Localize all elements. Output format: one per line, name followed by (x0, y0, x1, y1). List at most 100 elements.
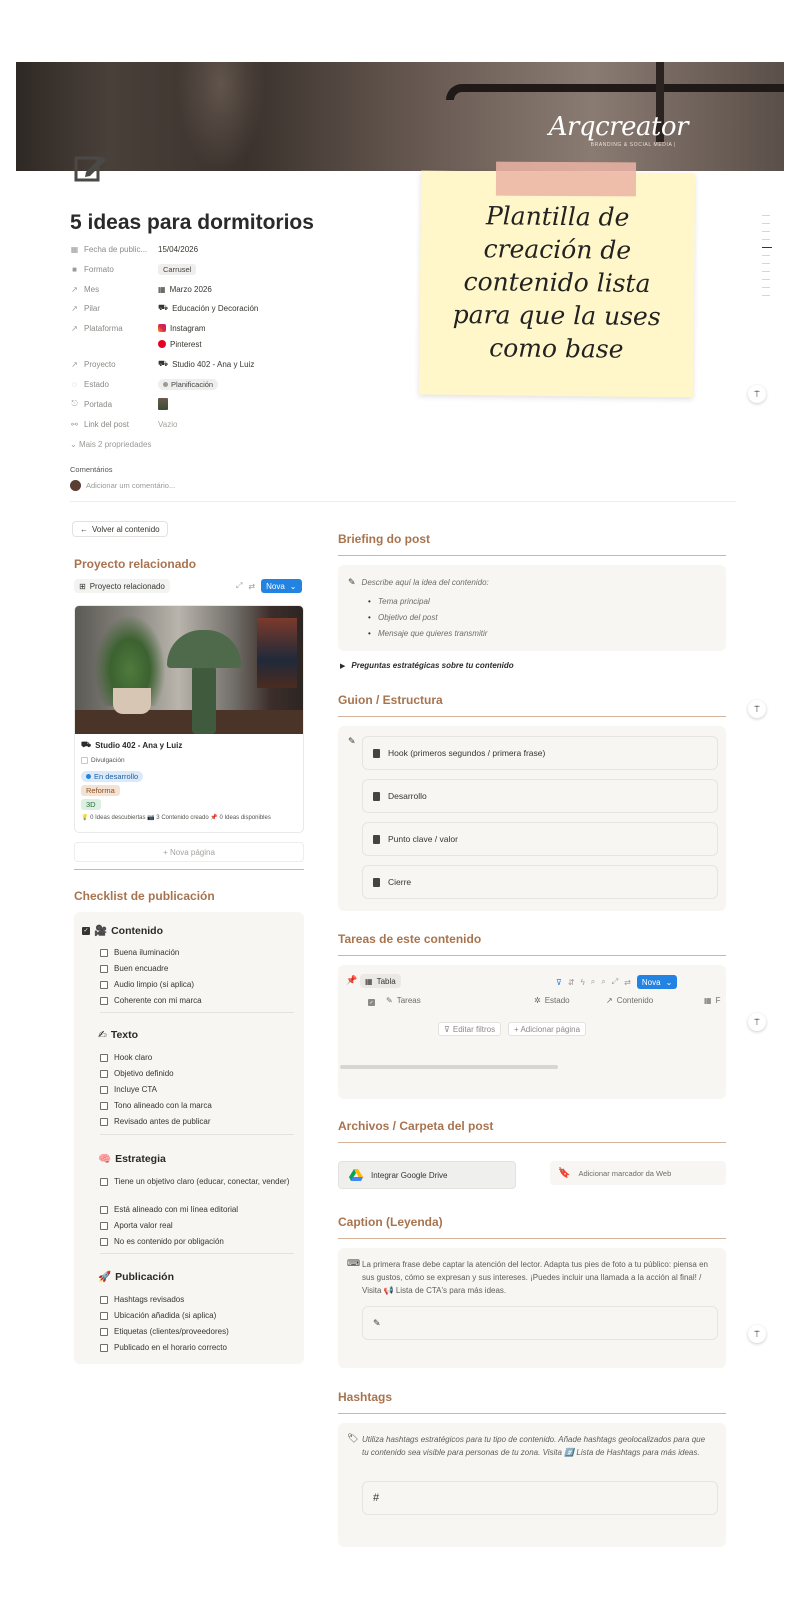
guion-item[interactable]: Punto clave / valor (362, 822, 718, 856)
checkbox[interactable] (100, 965, 108, 973)
view-tab-proyecto[interactable]: ⊞ Proyecto relacionado (74, 579, 170, 593)
relation-arrow-icon: ↗ (71, 359, 78, 369)
keyboard-icon: ⌨ (347, 1258, 360, 1268)
checklist-item[interactable]: Aporta valor real (100, 1220, 173, 1232)
sticky-note-text: Plantilla de creación de contenido lista… (452, 201, 661, 364)
checkbox[interactable] (100, 1222, 108, 1230)
property-value: Instagram (170, 323, 206, 333)
checklist-item[interactable]: Audio limpio (si aplica) (100, 979, 194, 991)
expand-icon[interactable]: ⤢ (236, 581, 242, 591)
back-button[interactable]: ← Volver al contenido (72, 521, 168, 537)
settings-icon[interactable]: ⇄ (248, 582, 255, 591)
view-tab-tabla[interactable]: ▦ Tabla (360, 974, 401, 988)
checklist-item[interactable]: Tono alineado con la marca (100, 1100, 212, 1112)
checkbox[interactable] (81, 757, 88, 764)
view-toolbar: ⤢ ⇄ Nova ⌄ (236, 579, 302, 593)
guion-item[interactable]: Hook (primeros segundos / primera frase) (362, 736, 718, 770)
automation-icon[interactable]: ϟ (581, 978, 585, 987)
checklist-item[interactable]: Buena iluminación (100, 947, 179, 959)
checkbox[interactable] (100, 1102, 108, 1110)
column-header-estado[interactable]: ✲ Estado (534, 996, 570, 1005)
checklist-item[interactable]: No es contenido por obligación (100, 1236, 224, 1248)
checkbox[interactable] (100, 1344, 108, 1352)
checklist-item[interactable]: Objetivo definido (100, 1068, 174, 1080)
checklist-item[interactable]: Está alineado con mi línea editorial (100, 1204, 238, 1216)
column-header-tareas[interactable]: ✎ Tareas (386, 996, 421, 1005)
checkbox[interactable] (100, 1206, 108, 1214)
edit-page-icon[interactable] (72, 150, 108, 186)
page-action-icon[interactable]: ⍡ (748, 1325, 766, 1343)
checkbox[interactable] (100, 1118, 108, 1126)
checkbox[interactable] (100, 1312, 108, 1320)
checkbox[interactable] (100, 1178, 108, 1186)
checklist-item[interactable]: Publicado en el horario correcto (100, 1342, 227, 1354)
project-card[interactable]: ⛟ Studio 402 - Ana y Luiz Divulgación En … (74, 605, 304, 833)
checkbox[interactable] (100, 1054, 108, 1062)
nova-button[interactable]: Nova ⌄ (261, 579, 302, 593)
checkbox[interactable] (100, 1296, 108, 1304)
expand-icon[interactable]: ⤢ (612, 977, 618, 987)
checkbox[interactable] (100, 949, 108, 957)
web-bookmark-button[interactable]: 🔖 Adicionar marcador da Web (550, 1161, 726, 1185)
checkbox[interactable] (100, 981, 108, 989)
filter-icon[interactable]: ⊽ (556, 978, 562, 987)
guion-item[interactable]: Desarrollo (362, 779, 718, 813)
property-estado[interactable]: ◌ Estado Planificación (70, 375, 219, 393)
checklist-item[interactable]: Buen encuadre (100, 963, 168, 975)
checklist-item[interactable]: Revisado antes de publicar (100, 1116, 211, 1128)
new-page-button[interactable]: + Nova página (74, 842, 304, 862)
search-icon[interactable]: ⌕ (591, 977, 595, 987)
checklist-item[interactable]: Hashtags revisados (100, 1294, 184, 1306)
edit-filters-button[interactable]: ⊽ Editar filtros (438, 1022, 502, 1036)
search-icon[interactable]: ⌕ (601, 977, 605, 987)
horizontal-scrollbar[interactable] (340, 1065, 558, 1069)
checkbox[interactable] (100, 1328, 108, 1336)
checklist-item[interactable]: Hook claro (100, 1052, 152, 1064)
column-header-f[interactable]: ▦ F (704, 996, 720, 1005)
checklist-item[interactable]: Tiene un objetivo claro (educar, conecta… (100, 1176, 296, 1188)
property-fecha[interactable]: ▦ Fecha de public... 15/04/2026 (70, 240, 198, 258)
property-label: Formato (84, 264, 114, 274)
page-action-icon[interactable]: ⍡ (748, 1013, 766, 1031)
caption-instructions: La primera frase debe captar la atención… (362, 1260, 709, 1295)
page-outline[interactable] (762, 215, 774, 303)
more-properties-toggle[interactable]: ⌄ Mais 2 propriedades (70, 440, 151, 449)
checklist-item[interactable]: Etiquetas (clientes/proveedores) (100, 1326, 229, 1338)
book-icon (373, 791, 380, 801)
google-drive-icon (349, 1169, 363, 1181)
guion-item[interactable]: Cierre (362, 865, 718, 899)
nova-button[interactable]: Nova ⌄ (636, 975, 678, 989)
checkbox[interactable] (100, 997, 108, 1005)
property-portada[interactable]: ⎋ Portada (70, 395, 168, 413)
property-link[interactable]: ⚯ Link del post Vazio (70, 415, 177, 433)
property-formato[interactable]: ■ Formato Carrusel (70, 260, 197, 278)
select-all-checkbox[interactable]: ✓ (368, 999, 375, 1006)
checklist-item[interactable]: Ubicación añadida (si aplica) (100, 1310, 216, 1322)
checklist-item[interactable]: Coherente con mi marca (100, 995, 202, 1007)
strategic-questions-toggle[interactable]: ▶ Preguntas estratégicas sobre tu conten… (340, 661, 514, 670)
property-label: Portada (84, 399, 113, 409)
property-proyecto[interactable]: ↗ Proyecto ⛟ Studio 402 - Ana y Luiz (70, 355, 254, 373)
brain-icon: 🧠 (98, 1153, 112, 1165)
google-drive-button[interactable]: Integrar Google Drive (338, 1161, 516, 1189)
column-header-contenido[interactable]: ↗ Contenido (606, 996, 653, 1005)
property-value: Pinterest (170, 339, 202, 349)
checklist-item[interactable]: Incluye CTA (100, 1084, 157, 1096)
sort-icon[interactable]: ⇵ (568, 978, 575, 987)
caption-input[interactable]: ✎ (362, 1306, 718, 1340)
page-action-icon[interactable]: ⍡ (748, 700, 766, 718)
checked-checkbox-icon[interactable]: ✓ (82, 926, 90, 935)
property-pilar[interactable]: ↗ Pilar ⛟ Educación y Decoración (70, 299, 258, 317)
property-plataforma-2[interactable]: Pinterest (158, 335, 202, 353)
page-title[interactable]: 5 ideas para dormitorios (70, 211, 314, 235)
cover-thumbnail[interactable] (158, 398, 168, 410)
comment-input[interactable]: Adicionar um comentário... (70, 480, 175, 491)
page-action-icon[interactable]: ⍡ (748, 385, 766, 403)
property-mes[interactable]: ↗ Mes ▦ Marzo 2026 (70, 280, 212, 298)
checkbox[interactable] (100, 1070, 108, 1078)
settings-icon[interactable]: ⇄ (624, 978, 631, 987)
add-page-button[interactable]: + Adicionar página (508, 1022, 587, 1036)
hashtags-input[interactable]: # (362, 1481, 718, 1515)
checkbox[interactable] (100, 1238, 108, 1246)
checkbox[interactable] (100, 1086, 108, 1094)
